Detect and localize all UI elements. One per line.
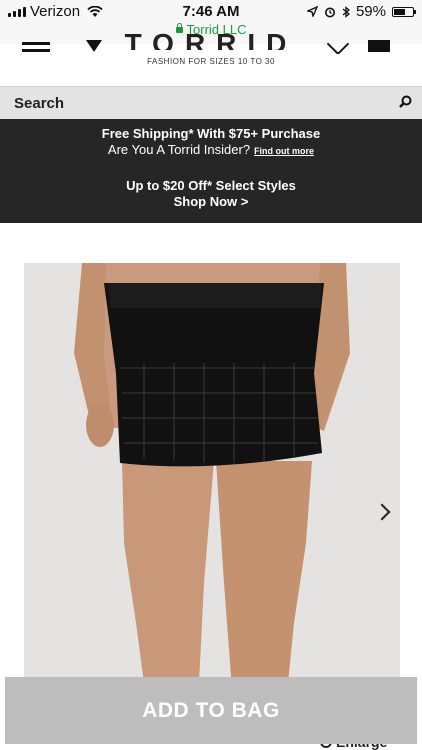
- search-bar[interactable]: Search: [0, 86, 422, 119]
- shop-now-link[interactable]: Shop Now >: [0, 194, 422, 209]
- search-icon[interactable]: [399, 95, 412, 108]
- add-to-bag-button[interactable]: ADD TO BAG: [5, 677, 417, 744]
- product-image[interactable]: [24, 263, 400, 743]
- promo-insider-text: Are You A Torrid Insider?: [107, 142, 251, 157]
- promo-insider: Are You A Torrid Insider? Find out more: [0, 142, 422, 157]
- find-out-more-link[interactable]: Find out more: [254, 146, 314, 156]
- tagline: FASHION FOR SIZES 10 TO 30: [147, 57, 275, 66]
- battery-percent: 59%: [355, 3, 386, 20]
- promo-discount: Up to $20 Off* Select Styles: [126, 178, 296, 193]
- promo-banner: Free Shipping* With $75+ Purchase Are Yo…: [0, 119, 422, 223]
- search-label[interactable]: Search: [14, 95, 64, 112]
- battery-icon: [392, 6, 416, 17]
- site-header: TORRID FASHION FOR SIZES 10 TO 30: [0, 28, 422, 86]
- status-right: 59%: [306, 3, 416, 20]
- promo-free-shipping: Free Shipping* With $75+ Purchase: [101, 126, 321, 141]
- location-icon: [306, 6, 318, 17]
- alarm-icon: [324, 7, 335, 17]
- product-photo: [74, 263, 350, 743]
- torrid-logo[interactable]: TORRID: [0, 28, 422, 50]
- bluetooth-icon: [342, 5, 350, 18]
- bag-icon[interactable]: [368, 40, 390, 52]
